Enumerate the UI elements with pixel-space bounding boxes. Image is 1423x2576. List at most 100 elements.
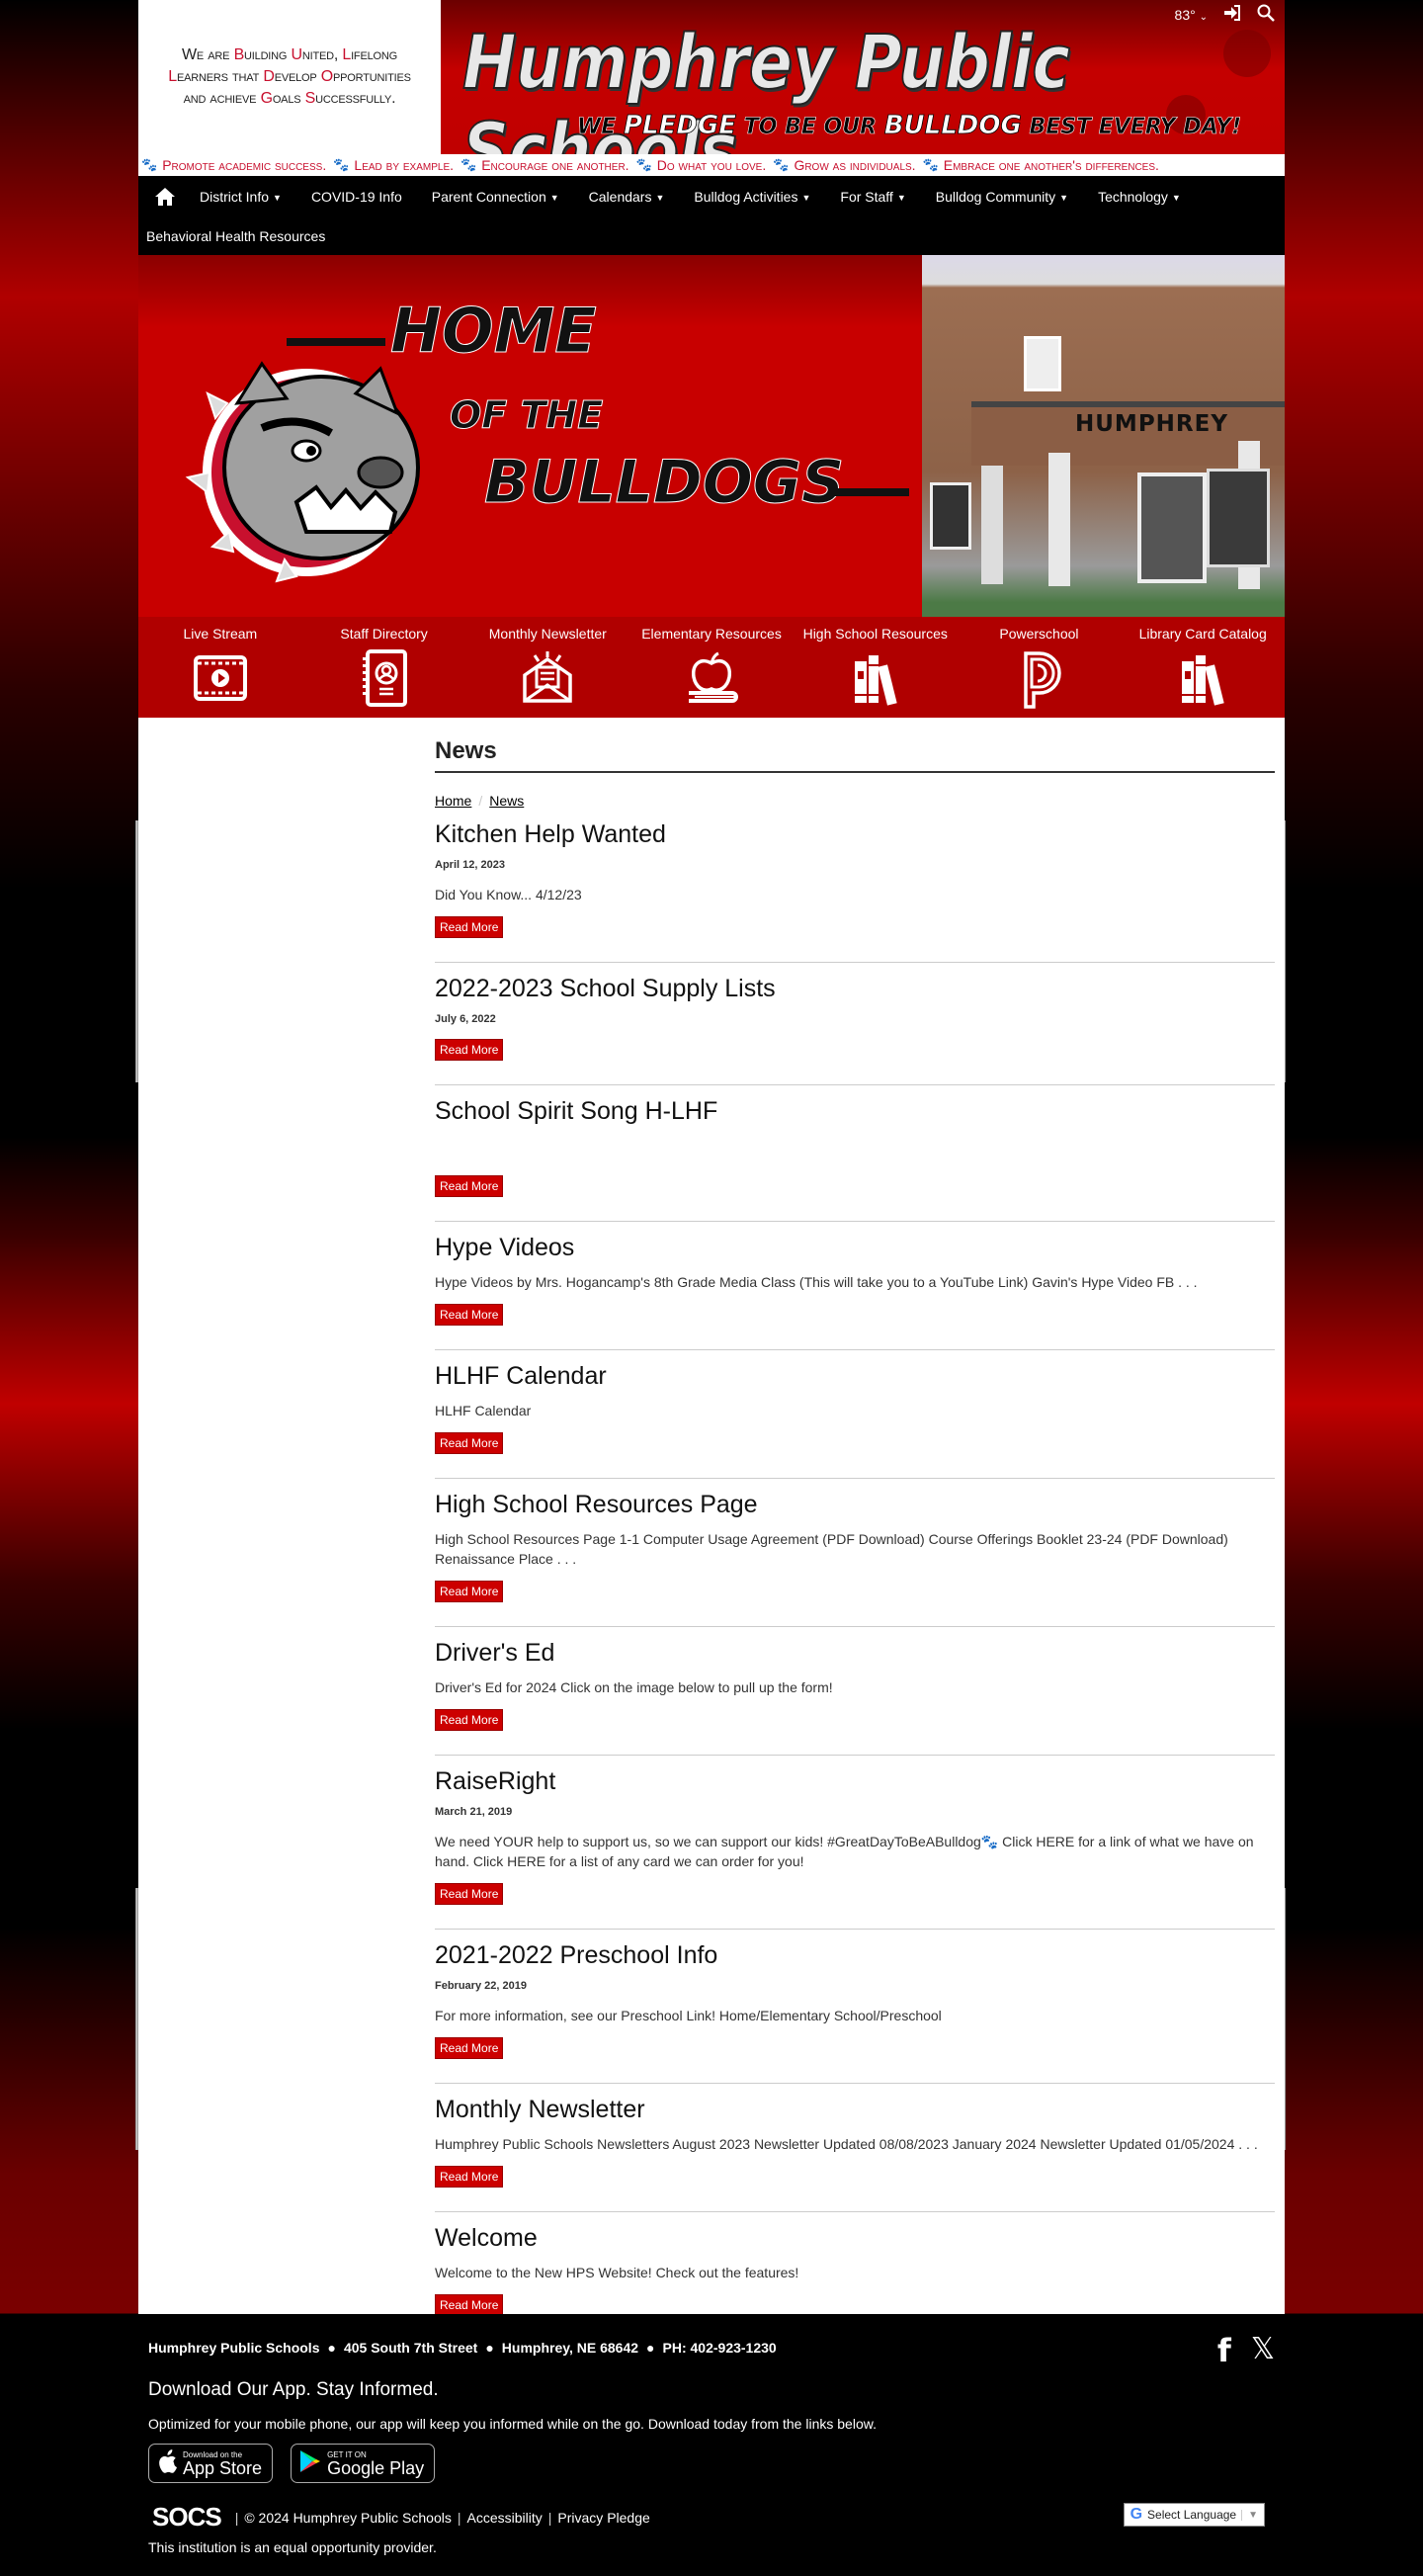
hero-text-of-the: of the xyxy=(449,393,604,438)
post-date: February 22, 2019 xyxy=(435,1980,527,1992)
caret-down-icon: ▼ xyxy=(655,193,665,204)
socs-logo[interactable]: SOCS xyxy=(152,2502,222,2533)
pillar xyxy=(981,466,1003,584)
post-title[interactable]: School Spirit Song H-LHF xyxy=(435,1097,1275,1126)
sign-in-icon[interactable] xyxy=(1223,5,1241,24)
read-more-button[interactable]: Read More xyxy=(435,2037,504,2059)
language-selector[interactable]: G Select Language ▼ xyxy=(1123,2503,1265,2527)
post-date: March 21, 2019 xyxy=(435,1806,513,1818)
home-icon[interactable] xyxy=(154,187,176,207)
quick-link-high-school-resources[interactable]: High School Resources xyxy=(794,617,958,718)
weather-widget[interactable]: 83° ⌄ xyxy=(1175,7,1208,23)
paw-icon: 🐾 xyxy=(922,157,939,172)
nav-item-bulldog-activities[interactable]: Bulldog Activities ▼ xyxy=(694,189,824,205)
books-icon xyxy=(854,655,897,706)
core-value-item: 🐾 Promote academic success. xyxy=(141,157,327,173)
facebook-icon[interactable]: f xyxy=(1217,2332,1231,2369)
building-sign: HUMPHREY xyxy=(1075,411,1228,437)
breadcrumb-home[interactable]: Home xyxy=(435,793,471,809)
nav-item-bulldog-community[interactable]: Bulldog Community ▼ xyxy=(936,189,1082,205)
nav-item-calendars[interactable]: Calendars ▼ xyxy=(589,189,679,205)
nav-item-parent-connection[interactable]: Parent Connection ▼ xyxy=(432,189,573,205)
caret-down-icon: ▼ xyxy=(801,193,811,204)
post-title[interactable]: Welcome xyxy=(435,2224,1275,2253)
paw-icon: 🐾 xyxy=(460,157,477,172)
news-post: Monthly Newsletter Humphrey Public School… xyxy=(435,2084,1275,2212)
post-title[interactable]: 2022-2023 School Supply Lists xyxy=(435,975,1275,1003)
apple-book-icon xyxy=(689,651,738,703)
quick-link-elementary-resources[interactable]: Elementary Resources xyxy=(629,617,794,718)
newsletter-envelope-icon xyxy=(523,651,573,703)
caret-down-icon: ▼ xyxy=(1171,193,1181,204)
video-play-icon xyxy=(193,655,247,701)
home-of-the-bulldogs-graphic: Home of the Bulldogs xyxy=(138,255,922,617)
read-more-button[interactable]: Read More xyxy=(435,916,504,938)
nav-item-covid-19-info[interactable]: COVID-19 Info xyxy=(311,189,416,205)
breadcrumb-news[interactable]: News xyxy=(489,793,524,809)
post-excerpt: Humphrey Public Schools Newsletters Augu… xyxy=(435,2136,1258,2152)
read-more-button[interactable]: Read More xyxy=(435,2294,504,2316)
hero-banner: Home of the Bulldogs HUMPHREY xyxy=(138,255,1285,617)
news-post: High School Resources Page High School Re… xyxy=(435,1479,1275,1627)
core-value-item: 🐾 Embrace one another's differences. xyxy=(922,157,1159,173)
read-more-button[interactable]: Read More xyxy=(435,1709,504,1731)
app-store-links: Download on the App Store GET IT ON Google… xyxy=(148,2444,436,2483)
copyright: © 2024 Humphrey Public Schools xyxy=(244,2509,452,2526)
privacy-pledge-link[interactable]: Privacy Pledge xyxy=(557,2510,649,2526)
core-value-item: 🐾 Grow as individuals. xyxy=(773,157,916,173)
dropdown-arrow-icon: ▼ xyxy=(1241,2509,1258,2521)
quick-link-monthly-newsletter[interactable]: Monthly Newsletter xyxy=(465,617,629,718)
news-post: 2022-2023 School Supply Lists July 6, 202… xyxy=(435,963,1275,1085)
quick-link-library-card-catalog[interactable]: Library Card Catalog xyxy=(1121,617,1285,718)
google-play-icon xyxy=(299,2449,321,2478)
post-title[interactable]: High School Resources Page xyxy=(435,1491,1275,1519)
news-post: School Spirit Song H-LHF Read More xyxy=(435,1085,1275,1222)
post-excerpt: Driver's Ed for 2024 Click on the image … xyxy=(435,1679,833,1695)
post-title[interactable]: Kitchen Help Wanted xyxy=(435,820,1275,849)
quick-link-powerschool[interactable]: Powerschool xyxy=(958,617,1122,718)
news-post: RaiseRight March 21, 2019 We need YOUR hel… xyxy=(435,1756,1275,1930)
read-more-button[interactable]: Read More xyxy=(435,1883,504,1905)
caret-down-icon: ▼ xyxy=(273,193,282,204)
accessibility-link[interactable]: Accessibility xyxy=(467,2510,543,2526)
core-values-bar: 🐾 Promote academic success. 🐾 Lead by examp… xyxy=(138,154,1285,176)
post-title[interactable]: HLHF Calendar xyxy=(435,1362,1275,1391)
social-links: f 𝕏 xyxy=(1217,2332,1275,2369)
main-navigation: District Info ▼ COVID-19 Info Parent Connec… xyxy=(138,176,1285,255)
apple-icon xyxy=(157,2448,177,2478)
quick-link-live-stream[interactable]: Live Stream xyxy=(138,617,302,718)
post-title[interactable]: Hype Videos xyxy=(435,1234,1275,1262)
nav-item-technology[interactable]: Technology ▼ xyxy=(1098,189,1195,205)
post-title[interactable]: RaiseRight xyxy=(435,1767,1275,1796)
post-title[interactable]: Monthly Newsletter xyxy=(435,2096,1275,2124)
x-twitter-icon[interactable]: 𝕏 xyxy=(1251,2332,1275,2369)
news-post: Driver's Ed Driver's Ed for 2024 Click on… xyxy=(435,1627,1275,1756)
nav-item-district-info[interactable]: District Info ▼ xyxy=(200,189,295,205)
news-post: 2021-2022 Preschool Info February 22, 201… xyxy=(435,1930,1275,2084)
quick-link-staff-directory[interactable]: Staff Directory xyxy=(302,617,466,718)
read-more-button[interactable]: Read More xyxy=(435,1039,504,1061)
app-store-button[interactable]: Download on the App Store xyxy=(148,2444,274,2483)
chevron-down-icon: ⌄ xyxy=(1199,11,1208,23)
read-more-button[interactable]: Read More xyxy=(435,2166,504,2188)
post-title[interactable]: 2021-2022 Preschool Info xyxy=(435,1941,1275,1970)
read-more-button[interactable]: Read More xyxy=(435,1432,504,1454)
read-more-button[interactable]: Read More xyxy=(435,1304,504,1326)
nav-item-for-staff[interactable]: For Staff ▼ xyxy=(840,189,919,205)
read-more-button[interactable]: Read More xyxy=(435,1175,504,1197)
site-footer: Humphrey Public Schools ● 405 South 7th St… xyxy=(0,2314,1423,2576)
post-title[interactable]: Driver's Ed xyxy=(435,1639,1275,1668)
search-icon[interactable] xyxy=(1257,4,1275,25)
core-value-item: 🐾 Do what you love. xyxy=(635,157,767,173)
mission-text: We are Building United, Lifelong Learners… xyxy=(168,46,411,107)
post-excerpt: HLHF Calendar xyxy=(435,1403,532,1418)
hero-dash xyxy=(287,338,385,346)
google-play-button[interactable]: GET IT ON Google Play xyxy=(291,2444,436,2483)
read-more-button[interactable]: Read More xyxy=(435,1581,504,1602)
nav-item-behavioral-health[interactable]: Behavioral Health Resources xyxy=(146,228,339,244)
post-excerpt: High School Resources Page 1-1 Computer … xyxy=(435,1531,1228,1567)
breadcrumb-separator: / xyxy=(478,793,483,809)
app-description: Optimized for your mobile phone, our app… xyxy=(148,2416,877,2432)
post-excerpt: Welcome to the New HPS Website! Check ou… xyxy=(435,2265,799,2280)
site-banner[interactable]: Humphrey Public Schools WE PLEDGE TO BE … xyxy=(441,0,1285,154)
